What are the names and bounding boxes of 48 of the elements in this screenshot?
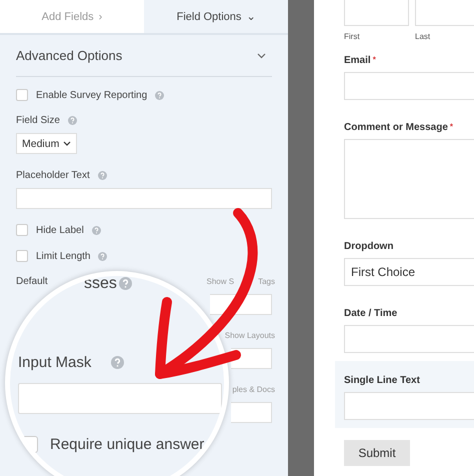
field-label: Date / Time xyxy=(344,308,398,319)
field-label: Email xyxy=(344,55,371,66)
field-label: sses xyxy=(84,276,117,292)
checkbox-label: Require unique answer xyxy=(50,436,204,453)
field-label: Default xyxy=(16,276,48,286)
required-mark: * xyxy=(372,55,376,66)
link[interactable]: Show S xyxy=(206,276,234,286)
checkbox[interactable] xyxy=(16,224,28,236)
required-mark: * xyxy=(450,122,454,133)
dropdown-field[interactable]: First Choice xyxy=(344,258,474,286)
field-label: Comment or Message xyxy=(344,122,448,133)
help-icon[interactable] xyxy=(111,356,124,369)
input-field[interactable] xyxy=(344,0,409,26)
field-label: Placeholder Text xyxy=(16,170,90,180)
input-field[interactable] xyxy=(231,402,272,423)
textarea-field[interactable] xyxy=(344,139,474,219)
chevron-icon xyxy=(63,141,72,146)
sub-label: First xyxy=(344,32,361,41)
size-select[interactable]: Medium xyxy=(16,133,78,154)
help-icon[interactable] xyxy=(68,116,77,124)
checkbox[interactable] xyxy=(16,250,28,262)
help-icon[interactable] xyxy=(119,277,132,290)
checkbox-label: Hide Label xyxy=(36,224,84,236)
chevron-icon[interactable] xyxy=(257,52,266,58)
sub-label: Last xyxy=(415,32,432,41)
link[interactable]: Show Layouts xyxy=(224,330,275,340)
checkbox[interactable] xyxy=(16,89,28,101)
help-icon[interactable] xyxy=(98,170,107,180)
link[interactable]: Tags xyxy=(258,276,275,286)
help-icon[interactable] xyxy=(92,226,101,234)
help-icon[interactable] xyxy=(155,90,164,100)
tab[interactable]: Add Fields › xyxy=(0,0,144,33)
section-title: Advanced Options xyxy=(16,48,122,63)
help-icon[interactable] xyxy=(98,252,108,260)
link[interactable]: ples & Docs xyxy=(232,384,275,394)
field-label: Dropdown xyxy=(344,241,394,252)
input-field[interactable] xyxy=(18,383,222,414)
field-label: Input Mask xyxy=(18,354,92,371)
field-label: Field Size xyxy=(16,114,60,126)
field-label: Single Line Text xyxy=(344,375,420,386)
checkbox-label: Enable Survey Reporting xyxy=(36,90,148,100)
input-field[interactable] xyxy=(16,188,272,209)
submit-button[interactable]: Submit xyxy=(344,440,410,466)
input-field[interactable] xyxy=(415,0,474,26)
checkbox-label: Limit Length xyxy=(36,250,90,262)
input-field[interactable] xyxy=(344,392,474,420)
input-field[interactable] xyxy=(344,72,474,100)
input-field[interactable] xyxy=(344,325,474,353)
